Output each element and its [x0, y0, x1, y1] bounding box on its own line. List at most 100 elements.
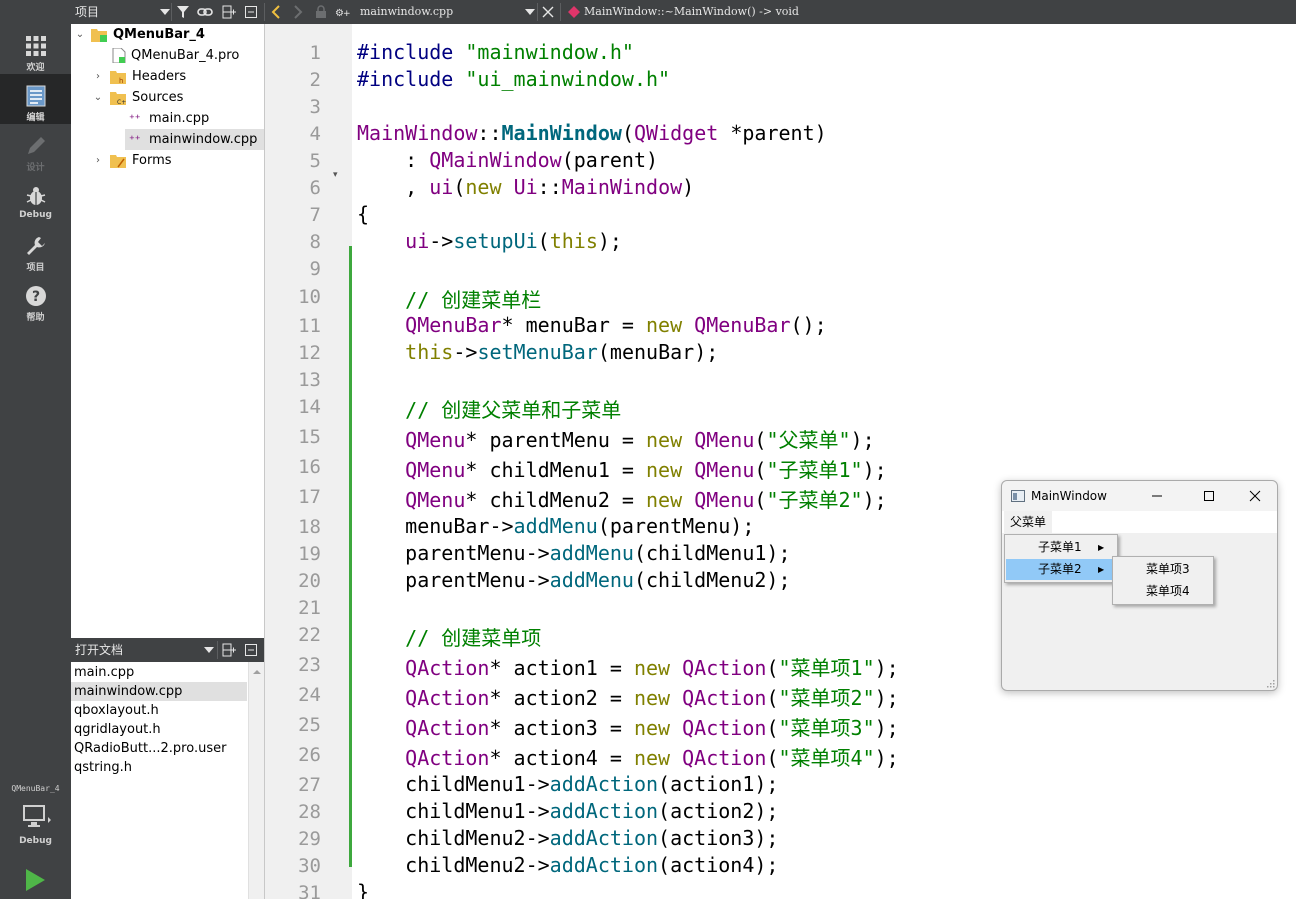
line-number: 22 [298, 624, 321, 646]
app-window-titlebar[interactable]: MainWindow [1002, 481, 1277, 511]
code-line: this->setMenuBar(menuBar); [357, 340, 718, 364]
open-doc-item[interactable]: qgridlayout.h [71, 720, 247, 739]
mode-debug[interactable]: Debug [0, 174, 71, 224]
close-pane-button[interactable] [243, 642, 259, 658]
code-line: childMenu1->addAction(action2); [357, 799, 778, 823]
filter-button[interactable] [175, 4, 191, 20]
menu-item-action4[interactable]: 菜单项4 [1114, 581, 1212, 602]
code-token: { [357, 202, 370, 226]
lock-button[interactable] [313, 4, 329, 20]
open-doc-item[interactable]: QRadioButt...2.pro.user [71, 739, 247, 758]
code-token: * action3 = [489, 716, 634, 740]
tree-root[interactable]: ⌄ QMenuBar_4 [71, 24, 264, 45]
menu-item-child1[interactable]: 子菜单1 ▶ [1006, 537, 1116, 558]
line-number: 11 [298, 315, 321, 337]
folder-icon: h [110, 71, 126, 84]
code-line: #include "ui_mainwindow.h" [357, 67, 670, 91]
mode-welcome[interactable]: 欢迎 [0, 24, 71, 74]
code-token: ( [754, 488, 767, 512]
code-token: * action4 = [489, 746, 634, 770]
code-token: MainWindow [357, 121, 478, 145]
code-token: QMenu [405, 458, 466, 482]
monitor-icon [23, 805, 51, 827]
mode-help[interactable]: ? 帮助 [0, 274, 71, 324]
code-token: QAction [682, 686, 767, 710]
menu-item-label: 子菜单2 [1038, 562, 1082, 576]
code-token: QMenu [405, 488, 466, 512]
file-dropdown[interactable] [522, 4, 538, 20]
code-token: QAction [682, 656, 767, 680]
code-token: (action4); [658, 853, 779, 877]
maximize-button[interactable] [1202, 489, 1216, 503]
submenu-arrow-icon: ▶ [1098, 543, 1105, 552]
tree-item-main-cpp[interactable]: ⁺⁺ main.cpp [71, 108, 264, 129]
mode-edit-label: 编辑 [26, 113, 45, 123]
tree-item-forms[interactable]: › Forms [71, 150, 264, 171]
open-docs-dropdown[interactable] [201, 642, 217, 658]
code-token: *parent) [718, 121, 827, 145]
mode-projects[interactable]: 项目 [0, 224, 71, 274]
maximize-icon [1204, 491, 1214, 501]
code-token: * parentMenu = [465, 428, 647, 452]
open-doc-item[interactable]: main.cpp [71, 663, 247, 682]
chevron-down-icon [204, 647, 214, 653]
open-docs-scrollbar[interactable] [248, 662, 264, 899]
close-window-button[interactable] [1248, 489, 1262, 503]
mode-edit[interactable]: 编辑 [0, 74, 71, 124]
back-button[interactable] [268, 4, 284, 20]
code-token: MainWindow [501, 121, 622, 145]
code-token: ); [850, 428, 875, 452]
resize-grip-icon[interactable] [1267, 680, 1275, 688]
code-token: QAction [405, 716, 490, 740]
minimize-button[interactable] [1150, 489, 1164, 503]
split-button[interactable] [221, 642, 237, 658]
cpp-file-icon: ⁺⁺ [129, 133, 141, 146]
line-number: 17 [298, 486, 321, 508]
pencil-icon [24, 134, 48, 158]
code-token: ( [766, 686, 779, 710]
tree-item-mainwindow-cpp[interactable]: ⁺⁺ mainwindow.cpp [125, 129, 264, 150]
close-pane-button[interactable] [243, 4, 259, 20]
code-token: MainWindow [561, 175, 683, 199]
code-token: QMenu [694, 488, 755, 512]
tree-item-pro[interactable]: QMenuBar_4.pro [71, 45, 264, 66]
code-token: addAction [549, 826, 659, 850]
run-button[interactable] [24, 868, 46, 896]
menubar-item-parent[interactable]: 父菜单 [1004, 511, 1053, 533]
forward-button[interactable] [290, 4, 306, 20]
open-doc-item[interactable]: qstring.h [71, 758, 247, 777]
menu-item-action3[interactable]: 菜单项3 [1114, 559, 1212, 580]
code-token: parentMenu-> [357, 541, 550, 565]
tree-item-sources[interactable]: ⌄ C+ Sources [71, 87, 264, 108]
file-type-icon: ⚙ + [335, 4, 351, 20]
line-number-gutter: 1 2 3 4 5 6 7 8 9 10 11 12 13 14 15 16 17 18 19 20 21 22 23 24 2… [265, 24, 352, 899]
app-window-icon [1011, 490, 1025, 502]
svg-text:+: + [343, 9, 351, 18]
code-token: ); [862, 488, 887, 512]
sync-link-button[interactable] [197, 4, 213, 20]
file-selector-label[interactable]: mainwindow.cpp [360, 0, 453, 24]
open-doc-item[interactable]: mainwindow.cpp [71, 682, 247, 701]
tree-item-headers[interactable]: › h Headers [71, 66, 264, 87]
open-doc-item[interactable]: qboxlayout.h [71, 701, 247, 720]
kit-selector[interactable] [22, 803, 52, 837]
code-line: QAction* action2 = new QAction("菜单项2"); [357, 682, 899, 711]
code-token: ); [874, 656, 899, 680]
code-line: QMenu* childMenu2 = new QMenu("子菜单2"); [357, 484, 887, 513]
close-file-button[interactable] [540, 4, 556, 20]
fold-marker-icon[interactable]: ▾ [333, 170, 338, 180]
split-button[interactable] [221, 4, 237, 20]
symbol-selector-label[interactable]: MainWindow::~MainWindow() -> void [584, 0, 799, 24]
filter-icon [177, 6, 189, 18]
code-token: "ui_mainwindow.h" [465, 67, 671, 91]
code-editor[interactable]: #include "mainwindow.h" #include "ui_main… [357, 24, 1296, 899]
code-token: ) [682, 175, 695, 199]
menu-item-child2[interactable]: 子菜单2 ▶ [1006, 559, 1116, 580]
code-line: childMenu2->addAction(action4); [357, 853, 778, 877]
mode-design[interactable]: 设计 [0, 124, 71, 174]
line-number: 14 [298, 396, 321, 418]
chevron-left-icon [271, 5, 280, 19]
line-number: 12 [298, 342, 321, 364]
